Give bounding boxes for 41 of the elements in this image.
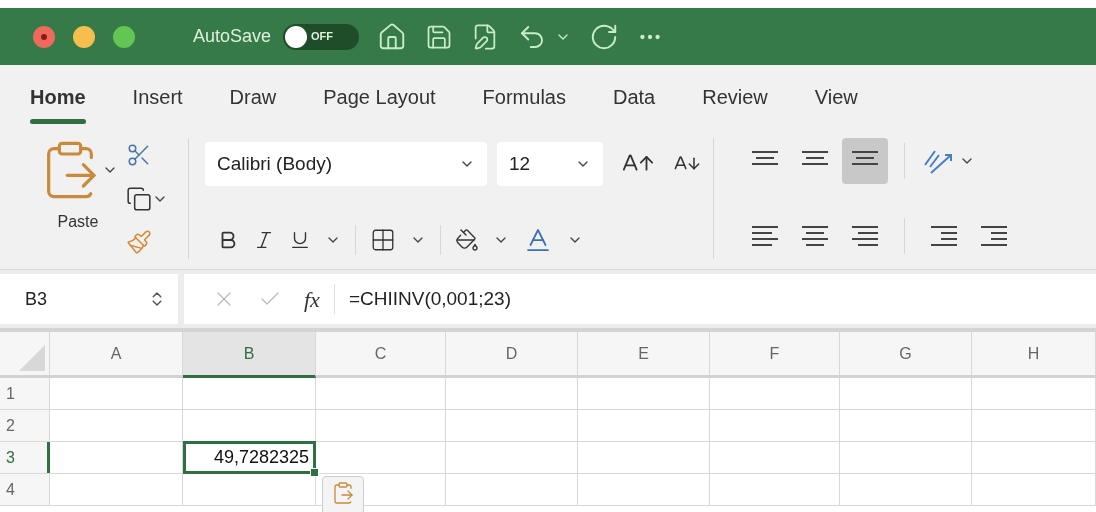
close-button[interactable] (33, 25, 55, 48)
corner-triangle-icon (19, 345, 45, 371)
copy-icon[interactable] (126, 185, 152, 212)
ribbon-tab[interactable]: Page Layout (323, 73, 436, 120)
autosave-toggle[interactable]: OFF (283, 23, 360, 50)
borders-icon[interactable] (370, 227, 396, 253)
paste-label[interactable]: Paste (57, 210, 99, 234)
ribbon-tab[interactable]: View (814, 73, 858, 120)
autosave-label: AutoSave (193, 25, 272, 48)
lines-icon (800, 223, 830, 249)
active-cell[interactable]: 49,7282325 (183, 441, 316, 474)
lines-icon (750, 223, 780, 249)
lines-icon (850, 223, 880, 249)
row-header[interactable]: 2 (0, 410, 50, 441)
column-header[interactable]: E (578, 332, 710, 375)
fill-handle[interactable] (310, 468, 319, 477)
column-header[interactable]: C (316, 332, 446, 375)
function-button[interactable]: fx (304, 282, 320, 316)
column-header[interactable]: F (710, 332, 840, 375)
column-header[interactable]: G (840, 332, 972, 375)
ribbon-tab[interactable]: Review (702, 73, 768, 120)
column-header[interactable]: B (183, 332, 316, 378)
font-size-dropdown[interactable]: 12 (497, 142, 603, 186)
row-header[interactable]: 1 (0, 378, 50, 409)
vertical-align-button[interactable] (842, 138, 888, 184)
ribbon-tab[interactable]: Data (612, 73, 656, 120)
underline-icon[interactable] (289, 229, 311, 251)
lines-icon (929, 223, 959, 249)
column-header[interactable]: D (446, 332, 578, 375)
name-box[interactable]: B3 (0, 274, 178, 324)
minimize-button[interactable] (73, 25, 95, 48)
ribbon-tab[interactable]: Formulas (482, 73, 566, 120)
ribbon-tab[interactable]: Insert (132, 73, 183, 120)
column-header[interactable]: H (972, 332, 1096, 375)
ribbon-tab[interactable]: Draw (229, 73, 277, 120)
formula-text[interactable]: =CHIINV(0,001;23) (348, 284, 511, 314)
row-header[interactable]: 4 (0, 474, 50, 505)
lines-icon (979, 223, 1009, 249)
fill-color-icon[interactable] (455, 228, 479, 252)
font-name-dropdown[interactable]: Calibri (Body) (205, 142, 487, 186)
row-header[interactable]: 3 (0, 442, 50, 473)
